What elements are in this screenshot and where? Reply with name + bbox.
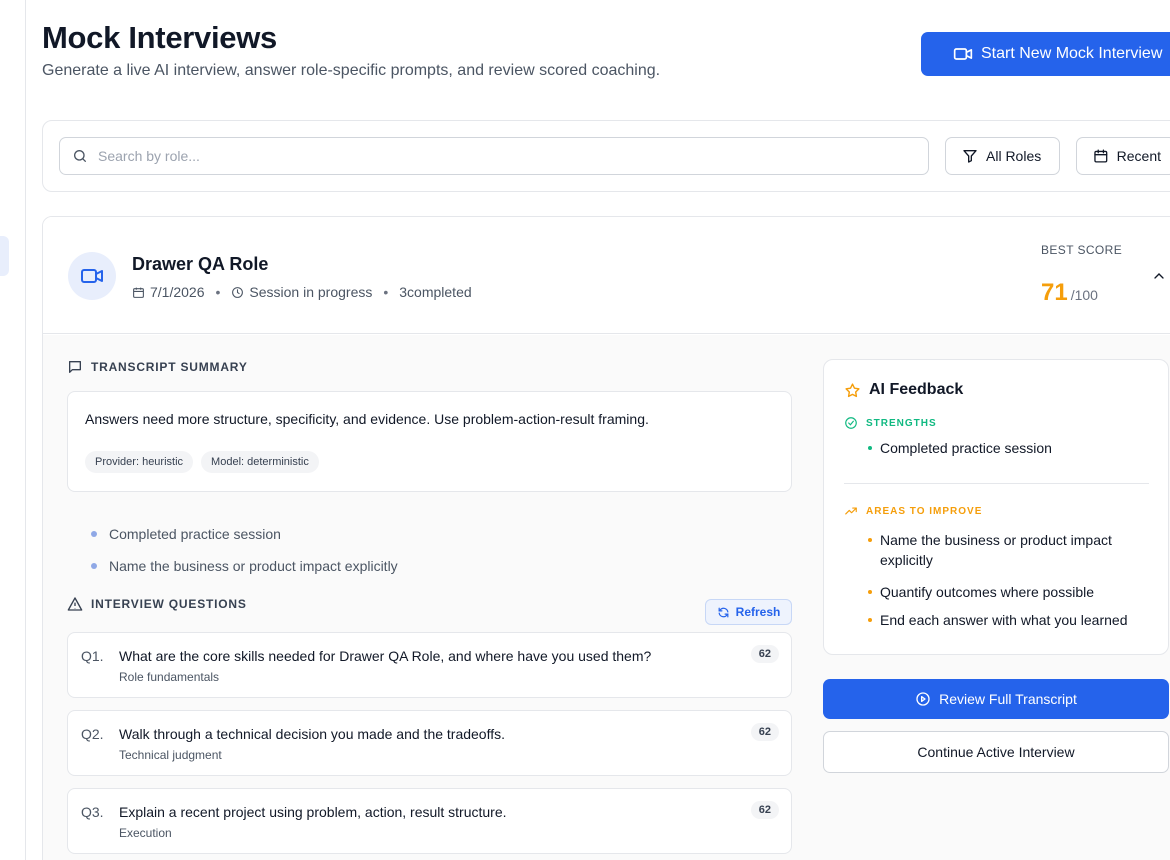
collapse-session-button[interactable] bbox=[1149, 266, 1169, 286]
question-number: Q1. bbox=[81, 648, 104, 664]
list-item: Name the business or product impact expl… bbox=[868, 530, 1138, 570]
session-completed-count: 3completed bbox=[399, 284, 472, 300]
ai-feedback-title: AI Feedback bbox=[844, 381, 963, 399]
start-new-mock-interview-button[interactable]: Start New Mock Interview bbox=[921, 32, 1170, 76]
divider bbox=[844, 483, 1149, 484]
model-chips: Provider: heuristic Model: deterministic bbox=[85, 451, 319, 473]
question-score-badge: 62 bbox=[750, 801, 779, 819]
provider-chip: Provider: heuristic bbox=[85, 451, 194, 473]
recent-sort-button[interactable]: Recent bbox=[1076, 137, 1170, 175]
filter-icon bbox=[963, 150, 977, 163]
refresh-icon bbox=[718, 607, 729, 617]
question-category: Role fundamentals bbox=[119, 670, 220, 684]
trending-up-icon bbox=[845, 507, 857, 515]
check-circle-icon bbox=[845, 417, 857, 429]
session-header[interactable]: Drawer QA Role 7/1/2026 • Session in pro… bbox=[43, 217, 1170, 334]
best-score-value: 71 bbox=[1041, 279, 1068, 306]
areas-to-improve-heading: AREAS TO IMPROVE bbox=[844, 504, 982, 518]
session-status: Session in progress bbox=[231, 284, 372, 300]
video-camera-icon bbox=[81, 269, 103, 283]
model-chip: Model: deterministic bbox=[201, 451, 319, 473]
interview-questions-heading: INTERVIEW QUESTIONS bbox=[67, 596, 247, 612]
all-roles-label: All Roles bbox=[986, 148, 1042, 164]
ai-feedback-card: AI Feedback STRENGTHS Completed practice… bbox=[823, 359, 1169, 655]
video-camera-icon bbox=[953, 48, 973, 60]
list-item: Quantify outcomes where possible bbox=[868, 582, 1138, 602]
question-category: Technical judgment bbox=[119, 748, 222, 762]
calendar-icon bbox=[1094, 149, 1108, 163]
question-card[interactable]: Q1. What are the core skills needed for … bbox=[67, 632, 792, 698]
question-score-badge: 62 bbox=[750, 645, 779, 663]
search-field[interactable] bbox=[59, 137, 929, 175]
chevron-up-icon bbox=[1154, 273, 1164, 279]
session-avatar bbox=[68, 252, 116, 300]
continue-active-interview-button[interactable]: Continue Active Interview bbox=[823, 731, 1169, 773]
session-title: Drawer QA Role bbox=[132, 254, 269, 274]
message-icon bbox=[69, 361, 81, 373]
question-card[interactable]: Q3. Explain a recent project using probl… bbox=[67, 788, 792, 854]
list-item: Completed practice session bbox=[868, 438, 1052, 458]
question-number: Q3. bbox=[81, 804, 104, 820]
filter-bar: All Roles Recent bbox=[42, 120, 1170, 192]
question-text: What are the core skills needed for Draw… bbox=[119, 648, 652, 664]
strengths-list: Completed practice session bbox=[868, 438, 1052, 458]
summary-bullets: Completed practice session Name the busi… bbox=[91, 518, 398, 582]
clock-icon bbox=[232, 286, 244, 298]
session-meta: 7/1/2026 • Session in progress • 3comple… bbox=[132, 284, 472, 300]
transcript-summary-text: Answers need more structure, specificity… bbox=[85, 411, 649, 427]
sidebar-active-indicator[interactable] bbox=[0, 236, 9, 276]
question-text: Explain a recent project using problem, … bbox=[119, 804, 507, 820]
question-category: Execution bbox=[119, 826, 172, 840]
recent-label: Recent bbox=[1116, 148, 1161, 164]
all-roles-filter-button[interactable]: All Roles bbox=[945, 137, 1060, 175]
list-item: Name the business or product impact expl… bbox=[91, 550, 398, 582]
review-full-transcript-button[interactable]: Review Full Transcript bbox=[823, 679, 1169, 719]
list-item: End each answer with what you learned bbox=[868, 610, 1138, 630]
session-body: TRANSCRIPT SUMMARY Answers need more str… bbox=[43, 335, 1170, 860]
page-title: Mock Interviews bbox=[42, 20, 277, 55]
page-subtitle: Generate a live AI interview, answer rol… bbox=[42, 62, 661, 79]
best-score-label: BEST SCORE bbox=[1041, 243, 1123, 257]
transcript-summary-box: Answers need more structure, specificity… bbox=[67, 391, 792, 492]
areas-to-improve-list: Name the business or product impact expl… bbox=[868, 530, 1138, 630]
session-card: Drawer QA Role 7/1/2026 • Session in pro… bbox=[42, 216, 1170, 860]
strengths-heading: STRENGTHS bbox=[844, 416, 937, 430]
left-rail bbox=[0, 0, 26, 860]
question-score-badge: 62 bbox=[750, 723, 779, 741]
start-new-mock-interview-label: Start New Mock Interview bbox=[981, 45, 1163, 62]
session-date-text: 7/1/2026 bbox=[150, 284, 205, 300]
calendar-icon bbox=[133, 287, 144, 298]
list-item: Completed practice session bbox=[91, 518, 398, 550]
search-icon bbox=[74, 150, 86, 162]
question-text: Walk through a technical decision you ma… bbox=[119, 726, 506, 742]
refresh-questions-button[interactable]: Refresh bbox=[705, 599, 792, 625]
question-number: Q2. bbox=[81, 726, 104, 742]
warning-icon bbox=[67, 597, 83, 611]
star-icon bbox=[845, 382, 860, 397]
transcript-summary-heading: TRANSCRIPT SUMMARY bbox=[67, 359, 248, 375]
search-input[interactable] bbox=[98, 148, 898, 164]
best-score: 71 /100 bbox=[1041, 279, 1098, 307]
question-card[interactable]: Q2. Walk through a technical decision yo… bbox=[67, 710, 792, 776]
play-circle-icon bbox=[916, 692, 930, 706]
session-status-text: Session in progress bbox=[249, 284, 373, 300]
best-score-max: /100 bbox=[1070, 287, 1098, 303]
session-date: 7/1/2026 bbox=[132, 284, 205, 300]
